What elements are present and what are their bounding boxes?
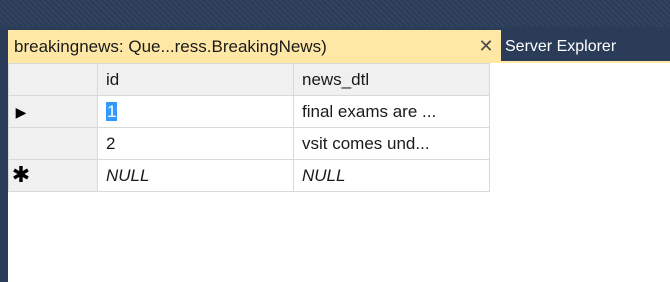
row-selector[interactable]: [8, 127, 98, 160]
ide-frame-left: [0, 27, 8, 282]
ide-frame-top: [0, 0, 670, 27]
column-header-news-dtl[interactable]: news_dtl: [293, 63, 490, 96]
table-row[interactable]: 2 vsit comes und...: [8, 127, 490, 160]
cell-news-dtl[interactable]: NULL: [293, 159, 490, 192]
cell-news-dtl[interactable]: vsit comes und...: [293, 127, 490, 160]
row-selector[interactable]: ▶: [8, 95, 98, 128]
cell-value-selected: 1: [106, 101, 118, 121]
tab-label: breakingnews: Que...ress.BreakingNews): [14, 36, 327, 56]
close-icon[interactable]: ✕: [473, 30, 499, 63]
row-selector-header[interactable]: [8, 63, 98, 96]
cell-id[interactable]: 1: [97, 95, 294, 128]
column-header-id[interactable]: id: [97, 63, 294, 96]
table-row-new[interactable]: ✱ NULL NULL: [8, 159, 490, 192]
data-grid: id news_dtl ▶ 1 final exams are ... 2 vs…: [8, 63, 490, 192]
header-row: id news_dtl: [8, 63, 490, 96]
cell-id[interactable]: 2: [97, 127, 294, 160]
row-selector[interactable]: ✱: [8, 159, 98, 192]
cell-news-dtl[interactable]: final exams are ...: [293, 95, 490, 128]
results-pane: id news_dtl ▶ 1 final exams are ... 2 vs…: [8, 63, 670, 282]
tab-server-explorer[interactable]: Server Explorer: [505, 30, 670, 63]
cell-id[interactable]: NULL: [97, 159, 294, 192]
tab-breakingnews-query[interactable]: breakingnews: Que...ress.BreakingNews) ✕: [8, 30, 501, 63]
new-row-asterisk-icon: ✱: [11, 161, 31, 187]
current-row-arrow-icon: ▶: [15, 103, 27, 120]
tab-label: Server Explorer: [505, 37, 617, 55]
table-row[interactable]: ▶ 1 final exams are ...: [8, 95, 490, 128]
